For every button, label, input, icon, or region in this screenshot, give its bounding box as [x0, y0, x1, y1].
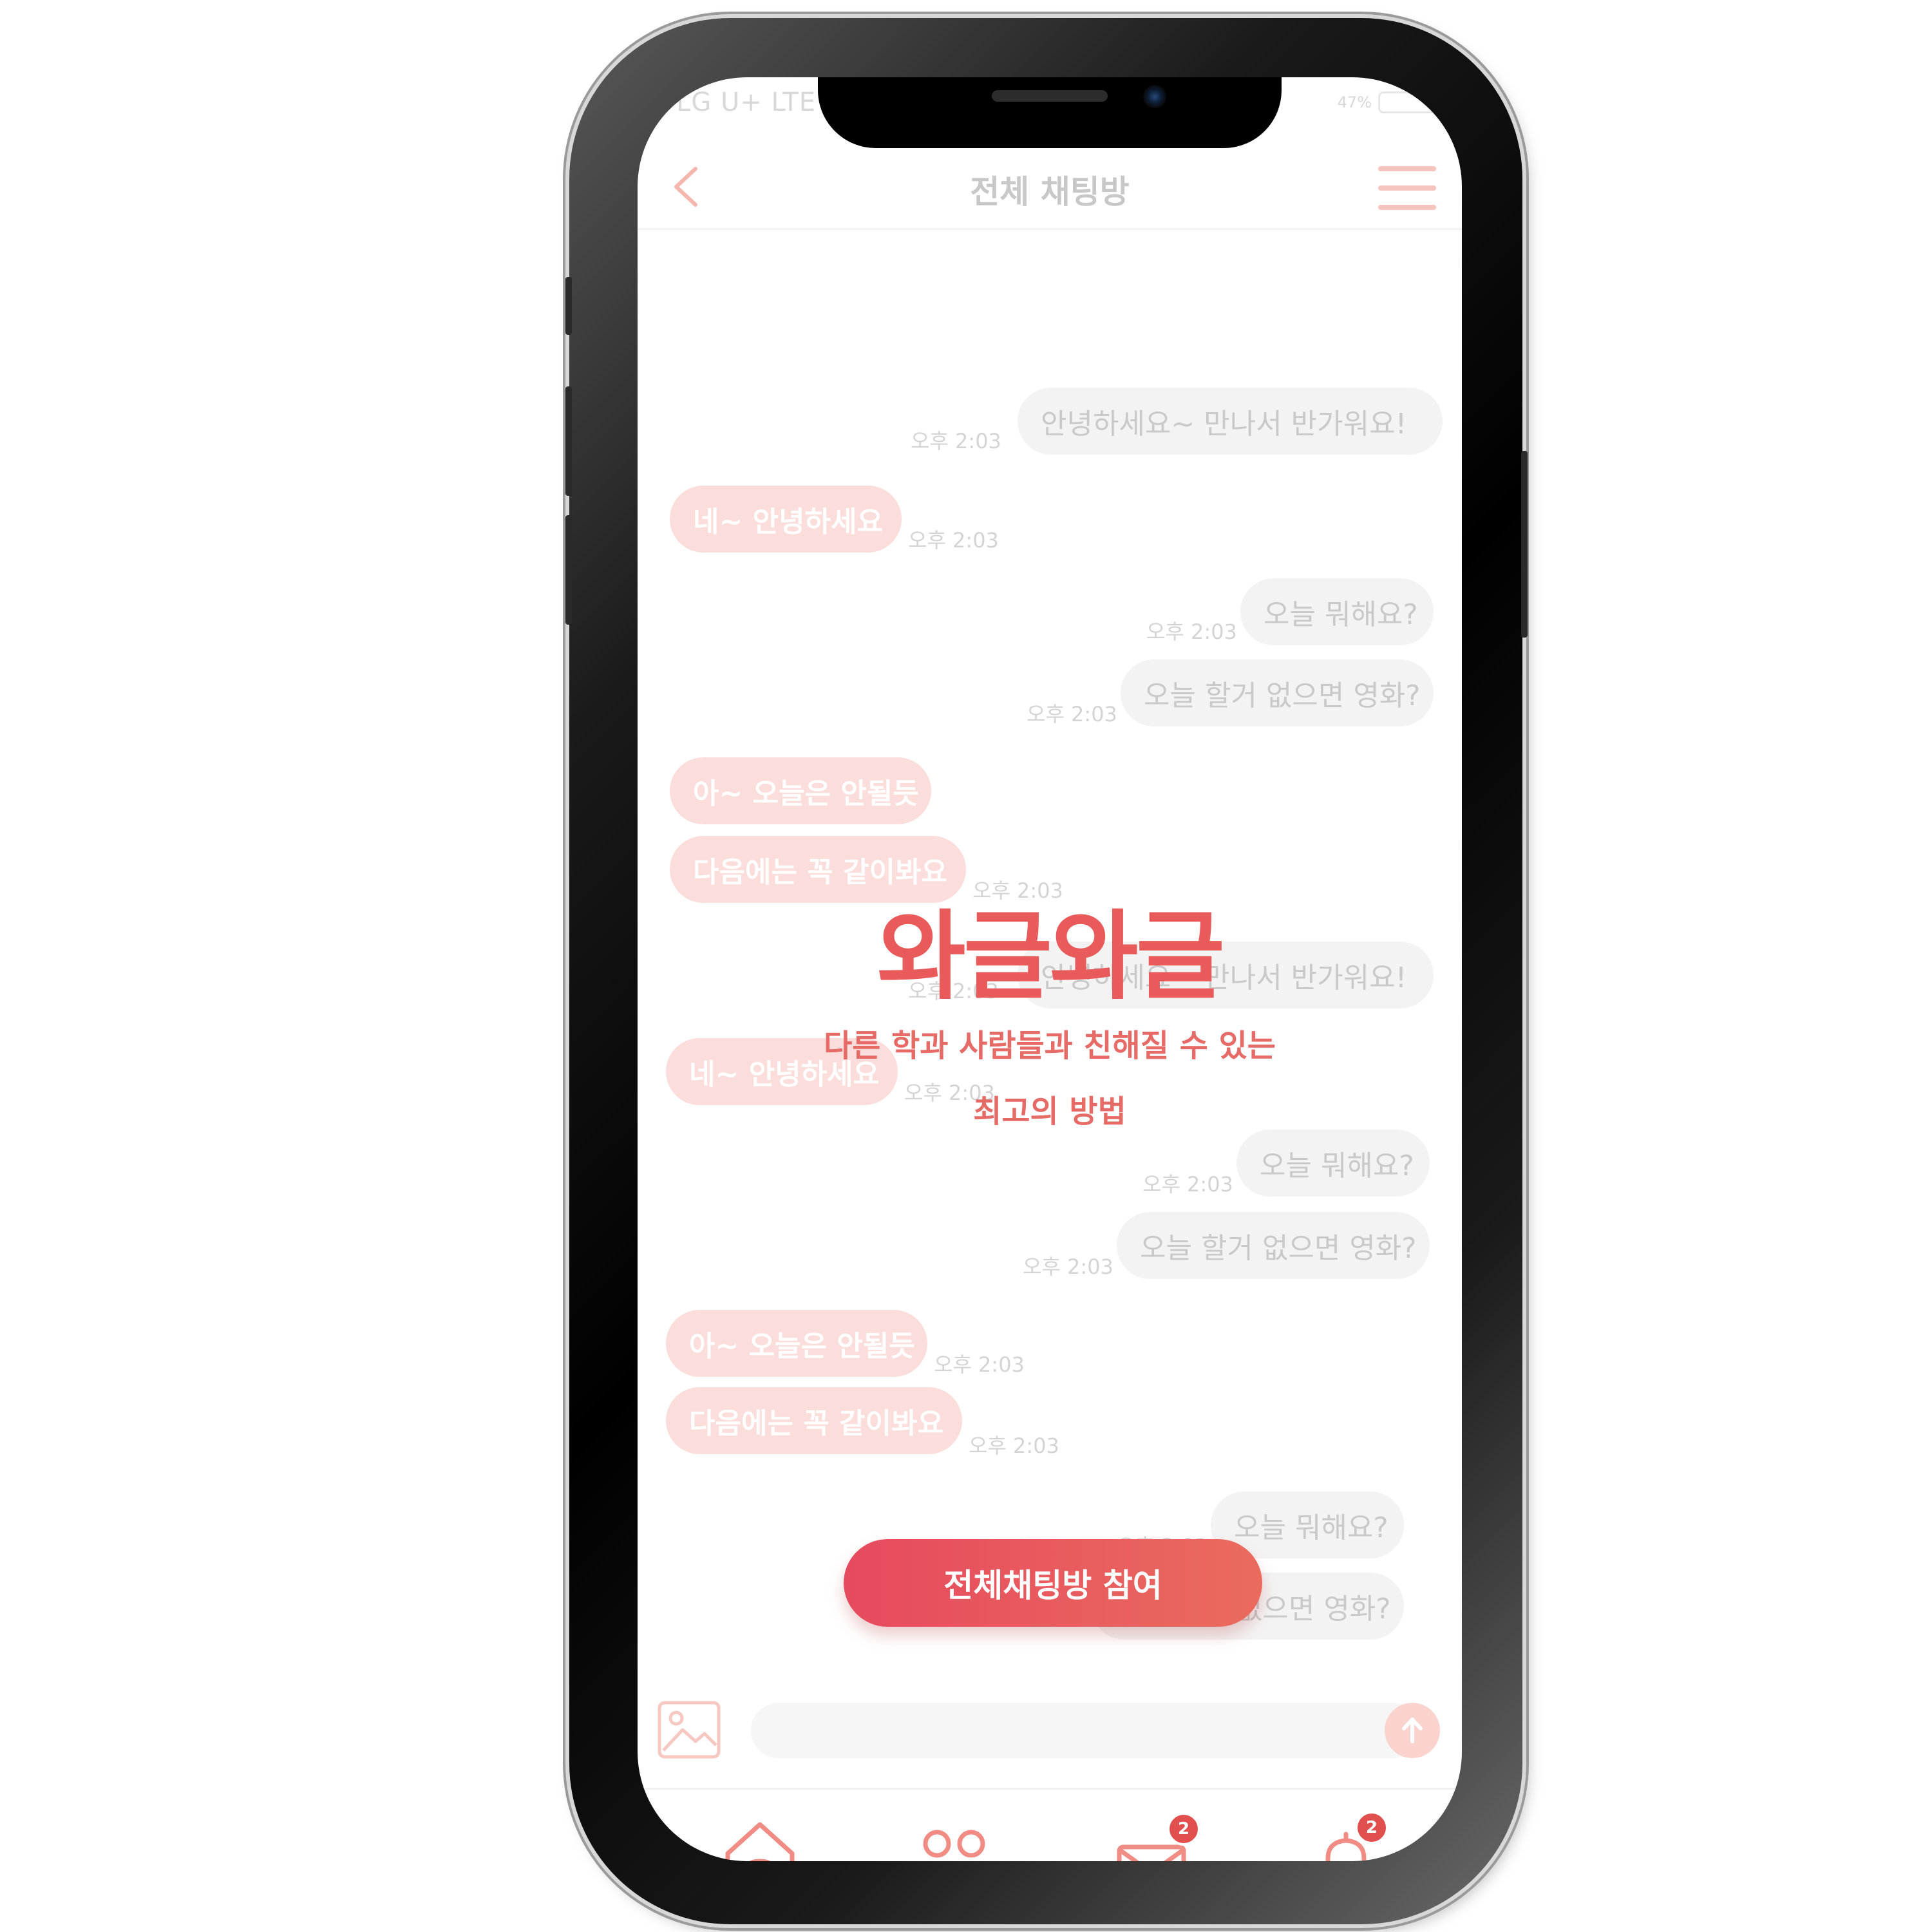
message-bubble-received: 네~ 안녕하세요: [670, 486, 902, 553]
arrow-up-icon: [1402, 1718, 1423, 1743]
tab-notifications[interactable]: 2: [1294, 1808, 1397, 1861]
notification-badge: 2: [1355, 1811, 1388, 1844]
tab-friends[interactable]: [902, 1808, 1005, 1861]
tab-messages[interactable]: 2: [1101, 1808, 1204, 1861]
join-chatroom-button[interactable]: 전체채팅방 참여: [844, 1539, 1262, 1627]
tab-home[interactable]: [708, 1808, 811, 1861]
silent-switch: [565, 277, 572, 335]
menu-icon-bar: [1378, 205, 1436, 210]
attach-image-button[interactable]: [657, 1699, 721, 1761]
image-icon: [658, 1701, 721, 1759]
message-time: 오후 2:03: [1027, 702, 1117, 726]
brand-title: 와글와글: [876, 901, 1225, 1013]
message-bubble-received: 다음에는 꼭 같이봐요: [666, 1387, 962, 1454]
message-bubble-sent: 오늘 할거 없으면 영화?: [1117, 1212, 1430, 1279]
message-time: 오후 2:03: [1142, 1172, 1233, 1197]
power-button: [1521, 451, 1528, 638]
menu-button[interactable]: [1378, 164, 1436, 213]
volume-up-button: [565, 386, 572, 496]
message-input-bar: [638, 1674, 1462, 1790]
message-bubble-received: 아~ 오늘은 안될듯: [670, 757, 931, 824]
battery-icon: [1378, 91, 1441, 113]
notch: [818, 77, 1282, 148]
mail-badge: 2: [1167, 1812, 1200, 1846]
message-bubble-sent: 안녕하세요~ 만나서 반가워요!: [1018, 388, 1443, 455]
carrier-label: LG U+ LTE: [676, 88, 816, 117]
message-bubble-sent: 오늘 할거 없으면 영화?: [1121, 659, 1434, 726]
message-bubble-sent: 오늘 뭐해요?: [1236, 1130, 1430, 1197]
volume-down-button: [565, 515, 572, 625]
bottom-tab-bar: 2 2: [638, 1789, 1462, 1861]
friends-icon: [923, 1830, 985, 1858]
message-input[interactable]: [751, 1703, 1421, 1758]
page-title: 전체 채팅방: [970, 173, 1130, 211]
message-bubble-sent: 오늘 뭐해요?: [1240, 578, 1434, 645]
message-time: 오후 2:03: [1023, 1255, 1113, 1279]
phone-screen: LG U+ LTE 47% 전체 채팅방 안녕하세요~ 만나서 반가워요! 오후…: [638, 77, 1462, 1861]
send-button[interactable]: [1385, 1703, 1440, 1758]
speaker-grille: [992, 90, 1108, 102]
message-time: 오후 2:03: [1146, 620, 1237, 644]
message-time: 오후 2:03: [908, 528, 999, 553]
message-bubble-received: 아~ 오늘은 안될듯: [666, 1310, 927, 1377]
message-time: 오후 2:03: [934, 1352, 1025, 1377]
home-icon: [725, 1822, 795, 1861]
message-time: 오후 2:03: [911, 429, 1001, 453]
message-time: 오후 2:03: [969, 1434, 1059, 1458]
menu-icon-bar: [1378, 185, 1436, 191]
chat-header: 전체 채팅방: [638, 148, 1462, 230]
promo-tagline-line2: 최고의 방법: [973, 1094, 1126, 1130]
menu-icon: [1378, 166, 1436, 171]
battery-percent: 47%: [1337, 93, 1372, 111]
battery: 47%: [1337, 91, 1441, 113]
front-camera: [1143, 85, 1166, 108]
promo-tagline-line1: 다른 학과 사람들과 친해질 수 있는: [824, 1028, 1276, 1064]
